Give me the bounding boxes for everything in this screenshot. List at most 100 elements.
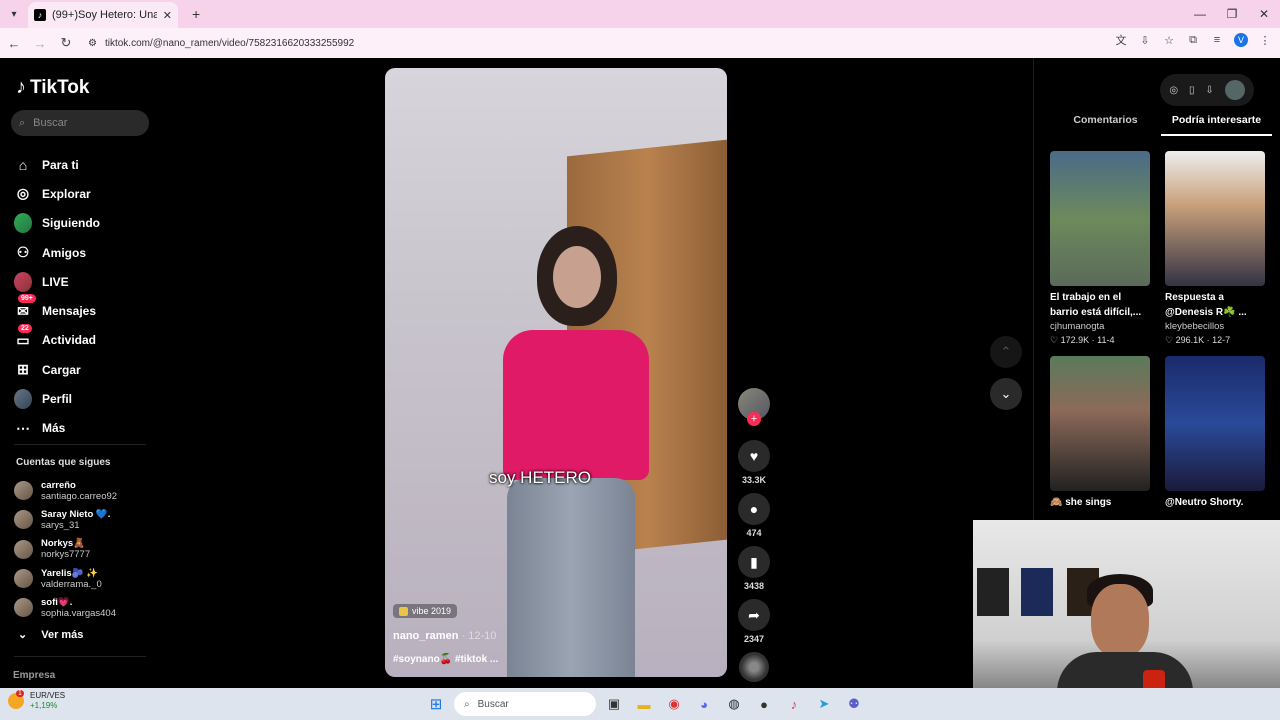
avatar[interactable] [1224, 80, 1245, 100]
tiktok-app-icon[interactable]: ♪ [782, 692, 806, 716]
nav-item-perfil[interactable]: Perfil [14, 384, 100, 413]
company-link[interactable]: Empresa [13, 670, 55, 681]
follow-plus-icon[interactable]: + [747, 412, 761, 426]
next-video-button[interactable]: ⌄ [990, 378, 1022, 410]
profile-avatar[interactable]: V [1234, 33, 1248, 47]
compass-icon[interactable]: ◎ [1169, 85, 1178, 96]
sidebar: ♪ TikTok ⌕ Buscar ⌂ Para ti ◎ Explorar S… [0, 58, 160, 688]
close-tab-icon[interactable]: ✕ [163, 9, 172, 22]
install-app-icon[interactable]: ⇩ [1138, 33, 1152, 47]
taskbar-search[interactable]: ⌕ Buscar [454, 692, 596, 716]
vibe-tag[interactable]: vibe 2019 [393, 604, 458, 618]
steam-icon[interactable]: ◍ [722, 692, 746, 716]
nav-item-para-ti[interactable]: ⌂ Para ti [14, 150, 100, 179]
nav-item-mas[interactable]: ⋯ Más [14, 414, 100, 443]
save-action[interactable]: ▮ 3438 [736, 546, 772, 591]
video-thumbnail[interactable] [1165, 356, 1265, 491]
nav-item-amigos[interactable]: ⚇ Amigos [14, 238, 100, 267]
comment-icon[interactable]: ● [738, 493, 770, 525]
heart-icon[interactable]: ♥ [738, 440, 770, 472]
video-thumbnail[interactable] [1050, 356, 1150, 491]
author-avatar[interactable]: + [738, 388, 770, 426]
minimize-icon[interactable]: — [1184, 0, 1216, 28]
translate-icon[interactable]: 文 [1114, 33, 1128, 47]
nav-label: Explorar [42, 186, 91, 201]
suggested-card[interactable]: Respuesta a @Denesis R☘️ ... kleybebecil… [1165, 151, 1265, 346]
following-item[interactable]: Saray Nieto 💙. sarys_31 [14, 505, 117, 534]
phone-icon[interactable]: ▯ [1189, 85, 1195, 96]
video-player[interactable]: soy HETERO vibe 2019 nano_ramen · 12-10 … [385, 68, 727, 677]
extensions-icon[interactable]: ⧉ [1186, 33, 1200, 47]
nav-item-mensajes[interactable]: ✉ 99+ Mensajes [14, 294, 100, 325]
telegram-icon[interactable]: ➤ [812, 692, 836, 716]
suggested-card[interactable]: El trabajo en el barrio está difícil,...… [1050, 151, 1150, 346]
following-handle: sarys_31 [41, 519, 80, 531]
new-tab-icon[interactable]: + [192, 6, 200, 22]
ticker-badge: 1 [16, 690, 24, 697]
following-title: Cuentas que sigues [16, 457, 111, 468]
address-bar: ← → ↻ ⚙ tiktok.com/@nano_ramen/video/758… [0, 28, 1280, 58]
nav-item-explorar[interactable]: ◎ Explorar [14, 179, 100, 208]
url-field[interactable]: ⚙ tiktok.com/@nano_ramen/video/758231662… [82, 31, 1162, 55]
download-icon[interactable]: ⇩ [1205, 85, 1213, 96]
following-item[interactable]: carreño santiago.carreo92 [14, 476, 117, 505]
task-view-icon[interactable]: ▣ [602, 692, 626, 716]
nav-item-siguiendo[interactable]: Siguiendo [14, 209, 100, 238]
restore-icon[interactable]: ❐ [1216, 0, 1248, 28]
following-item[interactable]: sofi💗. sophia.vargas404 [14, 593, 117, 622]
nav-label: Perfil [42, 392, 73, 407]
suggested-card[interactable]: 🙈 she sings [1050, 356, 1150, 510]
back-icon[interactable]: ← [2, 31, 26, 55]
suggested-grid: El trabajo en el barrio está difícil,...… [1050, 151, 1265, 510]
author-name: nano_ramen [393, 630, 459, 642]
discord-icon[interactable]: ◕ [692, 692, 716, 716]
search-placeholder: Buscar [33, 117, 68, 129]
share-icon[interactable]: ➦ [738, 599, 770, 631]
windows-start-icon[interactable]: ⊞ [424, 692, 448, 716]
like-action[interactable]: ♥ 33.3K [736, 440, 772, 485]
nav-item-actividad[interactable]: ▭ 22 Actividad [14, 323, 100, 355]
nav-label: Amigos [42, 245, 87, 260]
bookmark-icon[interactable]: ▮ [738, 546, 770, 578]
close-window-icon[interactable]: ✕ [1248, 0, 1280, 28]
card-stats: ♡ 296.1K · 12-7 [1165, 335, 1231, 345]
see-more-label: Ver más [41, 628, 84, 641]
tiktok-logo[interactable]: ♪ TikTok [16, 76, 89, 99]
previous-video-button[interactable]: ⌃ [990, 336, 1022, 368]
obs-icon[interactable]: ● [752, 692, 776, 716]
forward-icon[interactable]: → [28, 31, 52, 55]
tab-search-icon[interactable]: ▾ [0, 0, 28, 28]
see-more-button[interactable]: ⌄ Ver más [18, 628, 84, 642]
media-icon[interactable]: ≡ [1210, 33, 1224, 47]
stock-widget[interactable]: 1 EUR/VES +1,19% [8, 690, 65, 711]
reload-icon[interactable]: ↻ [54, 31, 78, 55]
video-date: · 12-10 [461, 630, 497, 642]
search-input[interactable]: ⌕ Buscar [11, 110, 149, 136]
video-hashtags[interactable]: #soynano🍒 #tiktok ... [393, 654, 498, 665]
video-thumbnail[interactable] [1165, 151, 1265, 286]
avatar [14, 510, 33, 530]
share-action[interactable]: ➦ 2347 [736, 599, 772, 644]
comment-action[interactable]: ● 474 [736, 493, 772, 538]
logo-text: TikTok [30, 76, 90, 98]
video-thumbnail[interactable] [1050, 151, 1150, 286]
taskbar-apps: ⊞ ⌕ Buscar ▣ ▬ ◉ ◕ ◍ ● ♪ ➤ ⚉ [424, 692, 866, 716]
following-item[interactable]: Yarelis🫐 ✨ valderrama._0 [14, 564, 117, 593]
nav-item-cargar[interactable]: ⊞ Cargar [14, 355, 100, 384]
video-author[interactable]: nano_ramen · 12-10 [393, 630, 496, 642]
tab-comentarios[interactable]: Comentarios [1050, 114, 1161, 136]
card-date: 12-7 [1212, 335, 1231, 345]
browser-tab[interactable]: ♪ (99+)Soy Hetero: Una Declaración ✕ [28, 2, 178, 28]
card-user: kleybebecillos [1165, 321, 1225, 332]
teams-icon[interactable]: ⚉ [842, 692, 866, 716]
following-item[interactable]: Norkys🧸 norkys7777 [14, 535, 117, 564]
file-explorer-icon[interactable]: ▬ [632, 692, 656, 716]
menu-icon[interactable]: ⋮ [1258, 33, 1272, 47]
suggested-card[interactable]: @Neutro Shorty. [1165, 356, 1265, 510]
music-disc-icon[interactable] [739, 652, 769, 682]
site-info-icon[interactable]: ⚙ [88, 38, 97, 49]
nav-item-live[interactable]: LIVE [14, 267, 100, 296]
tab-podria-interesarte[interactable]: Podría interesarte [1161, 114, 1272, 136]
bookmark-star-icon[interactable]: ☆ [1162, 33, 1176, 47]
chrome-icon[interactable]: ◉ [662, 692, 686, 716]
